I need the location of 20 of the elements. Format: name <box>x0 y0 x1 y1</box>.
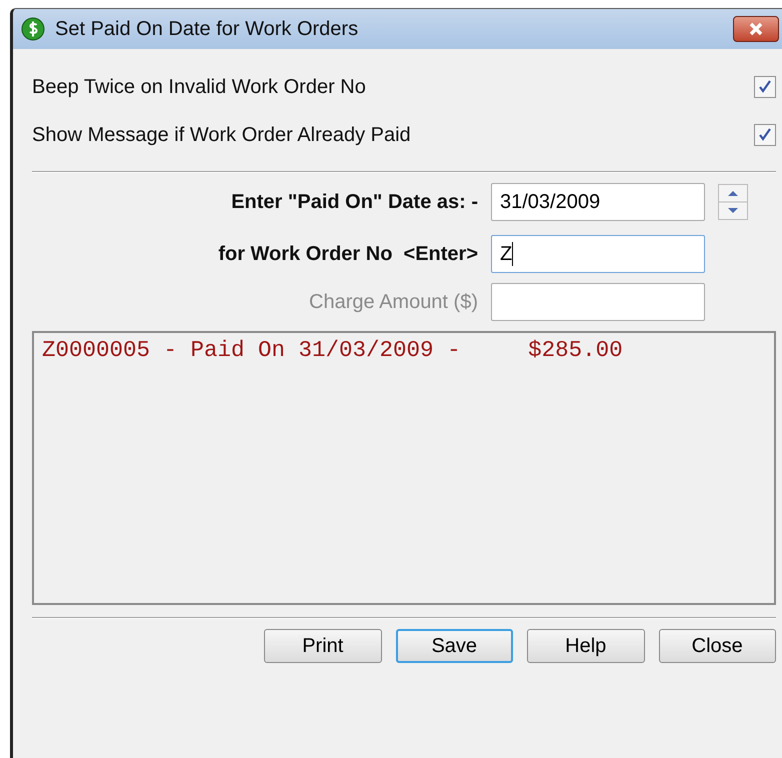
result-line: Z0000005 - Paid On 31/03/2009 - $285.00 <box>42 337 624 363</box>
checkbox[interactable] <box>754 124 776 146</box>
field-label: Charge Amount ($) <box>308 290 478 314</box>
dollar-icon <box>21 17 45 41</box>
input-field[interactable]: Z <box>491 235 705 273</box>
field-label: Enter "Paid On" Date as: - <box>230 190 478 214</box>
check-icon <box>757 79 773 95</box>
input-field[interactable]: 31/03/2009 <box>491 183 705 221</box>
close-button[interactable] <box>733 16 779 42</box>
option-label: Beep Twice on Invalid Work Order No <box>32 76 366 98</box>
checkbox[interactable] <box>754 76 776 98</box>
dialog-button[interactable]: Save <box>396 629 513 663</box>
dialog-button[interactable]: Help <box>527 629 644 663</box>
spin-buttons[interactable] <box>718 184 748 220</box>
window-title: Set Paid On Date for Work Orders <box>55 18 358 40</box>
dialog-button[interactable]: Close <box>658 629 776 663</box>
check-icon <box>757 127 773 143</box>
dialog-button[interactable]: Print <box>264 629 382 663</box>
option-label: Show Message if Work Order Already Paid <box>32 124 411 146</box>
field-label: for Work Order No <Enter> <box>217 242 478 266</box>
